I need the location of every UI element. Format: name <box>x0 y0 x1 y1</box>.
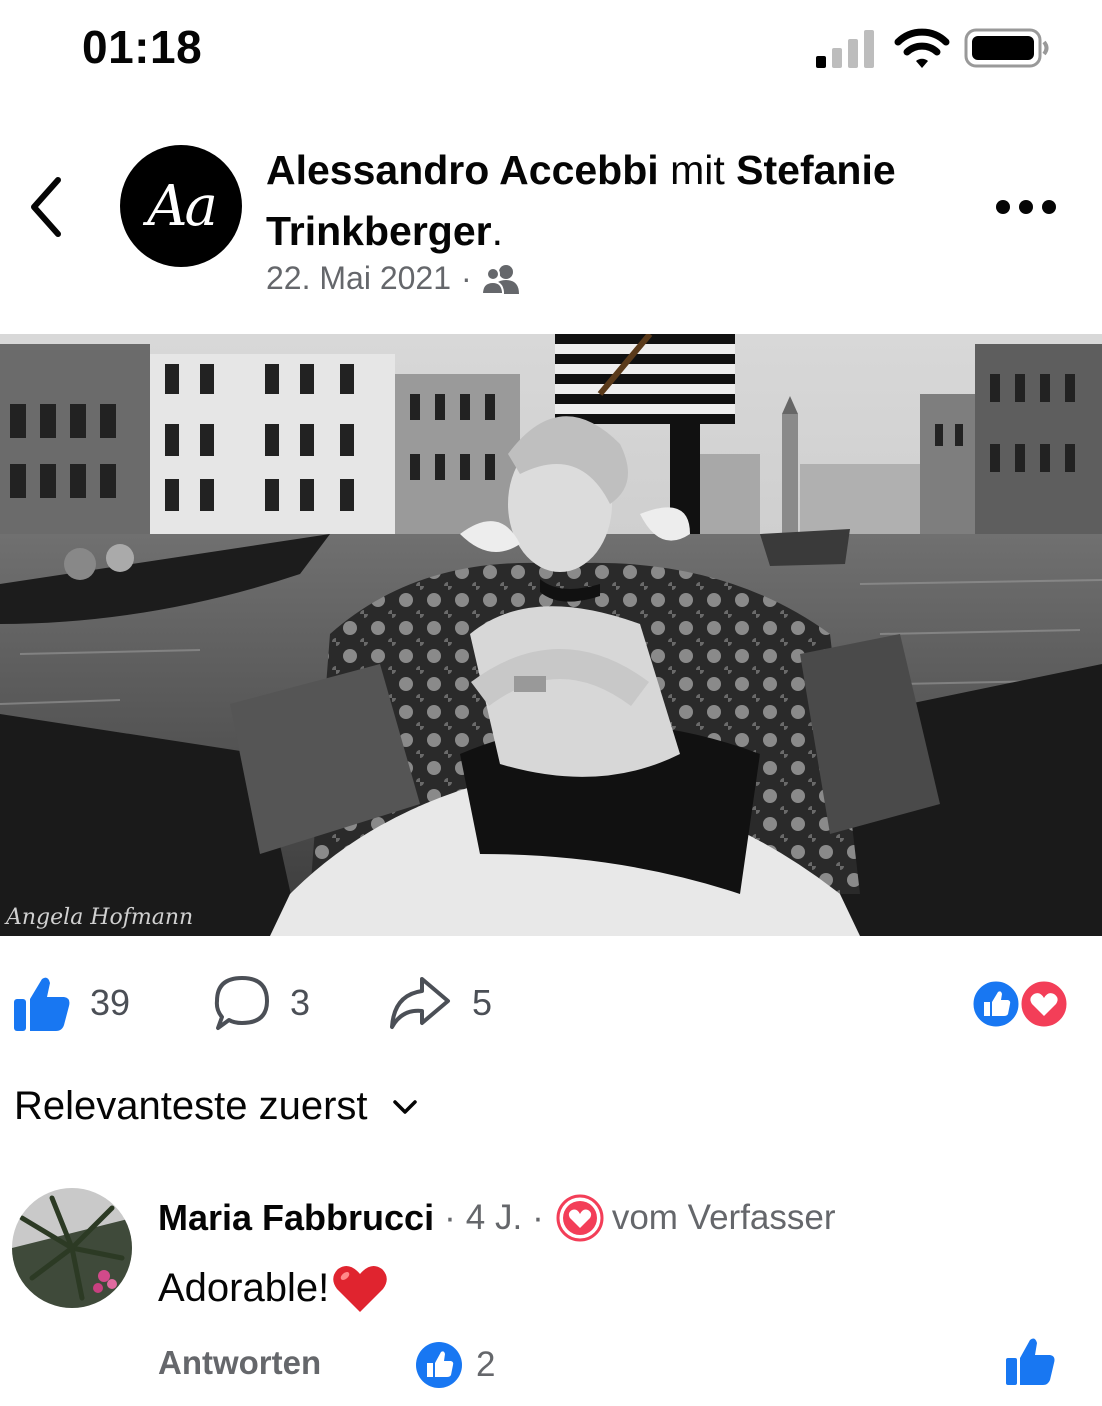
comment-count: 3 <box>290 982 311 1023</box>
author-badge: vom Verfasser <box>611 1198 836 1237</box>
signal-icon <box>816 30 874 68</box>
comment-author[interactable]: Maria Fabbrucci <box>158 1197 434 1239</box>
like-reaction-icon <box>416 1342 462 1388</box>
friends-icon <box>481 264 519 294</box>
reaction-summary[interactable] <box>968 978 1072 1030</box>
header-period: . <box>491 208 503 254</box>
commenter-avatar-image <box>12 1188 132 1308</box>
comment-separator: · <box>444 1198 456 1237</box>
post-photo[interactable]: Angela Hofmann <box>0 334 1102 936</box>
comment-text: Adorable! <box>158 1262 389 1314</box>
more-dot-icon <box>1042 200 1056 214</box>
thumbs-up-icon <box>14 977 70 1031</box>
photo-watermark: Angela Hofmann <box>4 905 193 930</box>
comment-like-count: 2 <box>476 1345 496 1384</box>
comment-header: Maria Fabbrucci · 4 J. · vom Verfasser <box>158 1194 836 1242</box>
commenter-avatar[interactable] <box>12 1188 132 1308</box>
post-meta: 22. Mai 2021 · <box>266 260 520 297</box>
comment-body: Adorable! <box>158 1265 330 1310</box>
tagged-user-name[interactable]: Stefanie <box>736 147 896 193</box>
author-avatar[interactable]: Aa <box>120 145 242 267</box>
back-button[interactable] <box>24 172 68 242</box>
author-love-icon <box>556 1194 604 1242</box>
photo-illustration: Angela Hofmann <box>0 334 1102 936</box>
status-time: 01:18 <box>82 21 203 73</box>
author-name[interactable]: Alessandro Accebbi <box>266 147 659 193</box>
comment-reactions[interactable]: 2 <box>414 1340 495 1390</box>
comment-like-button[interactable] <box>1004 1336 1058 1386</box>
battery-icon <box>964 28 1049 68</box>
connector-text: mit <box>670 147 725 193</box>
share-button[interactable]: 5 <box>388 968 492 1038</box>
post-date[interactable]: 22. Mai 2021 <box>266 260 451 297</box>
share-icon <box>390 977 450 1029</box>
post-header-text: Alessandro Accebbi mit Stefanie Trinkber… <box>266 140 986 262</box>
chevron-down-icon <box>392 1099 417 1114</box>
comment-sort-dropdown[interactable]: Relevanteste zuerst <box>14 1084 418 1129</box>
more-dot-icon <box>1019 200 1033 214</box>
tagged-user-name-line2[interactable]: Trinkberger <box>266 208 492 254</box>
more-options-button[interactable] <box>996 192 1066 222</box>
like-count: 39 <box>90 982 131 1023</box>
meta-separator: · <box>461 260 472 296</box>
comment-item: Maria Fabbrucci · 4 J. · vom Verfasser A… <box>0 1186 1102 1406</box>
author-avatar-initials: Aa <box>147 173 218 239</box>
more-dot-icon <box>996 200 1010 214</box>
sort-label: Relevanteste zuerst <box>14 1084 368 1128</box>
action-bar: 39 3 5 <box>0 968 1102 1048</box>
heart-emoji-icon <box>333 1265 387 1312</box>
wifi-icon <box>894 28 950 68</box>
share-count: 5 <box>472 982 493 1023</box>
comment-separator-2: · <box>532 1198 544 1237</box>
like-reaction-icon <box>970 978 1022 1030</box>
reply-button[interactable]: Antworten <box>158 1344 321 1382</box>
comment-button[interactable]: 3 <box>212 968 310 1038</box>
post-header: Aa Alessandro Accebbi mit Stefanie Trink… <box>0 120 1102 320</box>
status-bar: 01:18 <box>0 0 1102 100</box>
comment-time[interactable]: 4 J. <box>466 1198 522 1238</box>
like-button[interactable]: 39 <box>12 968 130 1038</box>
comment-icon <box>214 976 269 1030</box>
love-reaction-icon <box>1018 978 1070 1030</box>
